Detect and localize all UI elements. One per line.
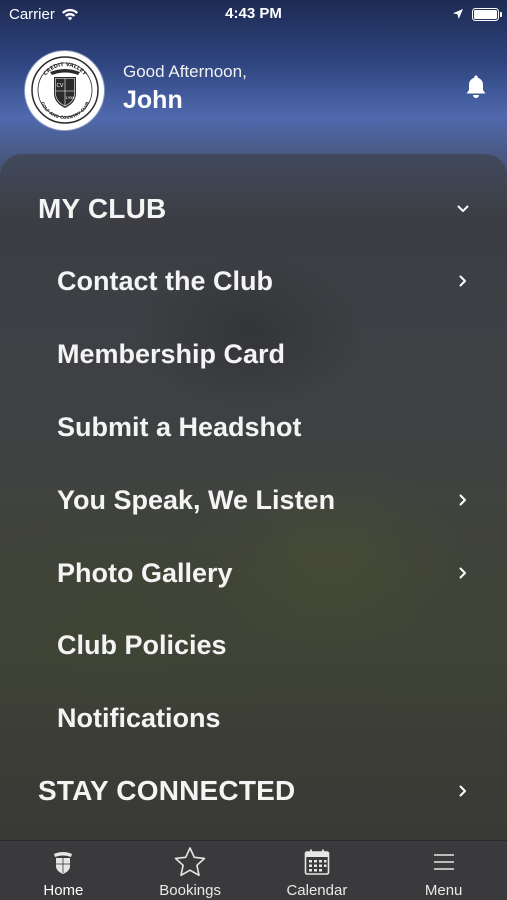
chevron-down-icon bbox=[457, 202, 469, 216]
menu-item-photo-gallery[interactable]: Photo Gallery bbox=[0, 545, 507, 601]
menu-item-notifications[interactable]: Notifications bbox=[0, 690, 507, 746]
menu-item-label: Photo Gallery bbox=[57, 557, 233, 588]
tab-bookings[interactable]: Bookings bbox=[127, 841, 254, 900]
section-stay-connected-label: STAY CONNECTED bbox=[38, 775, 296, 806]
tab-home-label: Home bbox=[43, 882, 84, 899]
star-icon bbox=[174, 847, 206, 877]
tab-menu[interactable]: Menu bbox=[380, 841, 507, 900]
menu-item-label: Notifications bbox=[57, 702, 221, 733]
menu-item-label: Club Policies bbox=[57, 629, 227, 660]
tab-home[interactable]: Home bbox=[0, 841, 127, 900]
status-bar: Carrier 4:43 PM bbox=[0, 0, 507, 28]
logo-year: 1956 bbox=[65, 96, 75, 100]
greeting-text: Good Afternoon, bbox=[123, 61, 247, 81]
menu-item-you-speak-we-listen[interactable]: You Speak, We Listen bbox=[0, 472, 507, 528]
section-my-club-label: MY CLUB bbox=[38, 193, 167, 224]
club-crest-logo-icon: CREDIT VALLEY GOLF AND COUNTRY CLUB CV 1… bbox=[30, 56, 99, 124]
menu-item-label: Contact the Club bbox=[57, 265, 273, 296]
notifications-button[interactable] bbox=[465, 74, 487, 104]
calendar-icon bbox=[304, 849, 330, 875]
menu-item-label: Membership Card bbox=[57, 338, 286, 369]
section-my-club[interactable]: MY CLUB bbox=[0, 181, 507, 237]
menu-item-membership-card[interactable]: Membership Card bbox=[0, 326, 507, 382]
menu-item-submit-a-headshot[interactable]: Submit a Headshot bbox=[0, 399, 507, 455]
tab-menu-label: Menu bbox=[424, 882, 463, 899]
club-crest-icon bbox=[54, 852, 73, 874]
greeting-block: Good Afternoon, John bbox=[123, 62, 247, 115]
menu-panel: MY CLUB Contact the Club Membership Card… bbox=[0, 154, 507, 840]
chevron-right-icon bbox=[457, 274, 469, 288]
menu-item-label: Submit a Headshot bbox=[57, 411, 302, 442]
tab-bookings-label: Bookings bbox=[159, 882, 221, 899]
tab-bar: Home Bookings Calendar Menu bbox=[0, 840, 507, 900]
chevron-right-icon bbox=[457, 493, 469, 507]
svg-text:CV: CV bbox=[56, 83, 63, 89]
chevron-right-icon bbox=[457, 784, 469, 798]
battery-icon bbox=[472, 7, 502, 21]
menu-item-label: You Speak, We Listen bbox=[57, 484, 336, 515]
tab-calendar-label: Calendar bbox=[286, 882, 348, 899]
hamburger-icon bbox=[433, 854, 454, 870]
status-time: 4:43 PM bbox=[225, 5, 282, 22]
header: CREDIT VALLEY GOLF AND COUNTRY CLUB CV 1… bbox=[25, 50, 487, 130]
club-logo[interactable]: CREDIT VALLEY GOLF AND COUNTRY CLUB CV 1… bbox=[25, 50, 104, 130]
menu-item-contact-the-club[interactable]: Contact the Club bbox=[0, 253, 507, 309]
section-stay-connected[interactable]: STAY CONNECTED bbox=[0, 763, 507, 819]
tab-calendar[interactable]: Calendar bbox=[254, 841, 381, 900]
chevron-right-icon bbox=[457, 566, 469, 580]
menu-item-club-policies[interactable]: Club Policies bbox=[0, 617, 507, 673]
bell-icon bbox=[466, 75, 486, 98]
user-name: John bbox=[123, 85, 183, 114]
